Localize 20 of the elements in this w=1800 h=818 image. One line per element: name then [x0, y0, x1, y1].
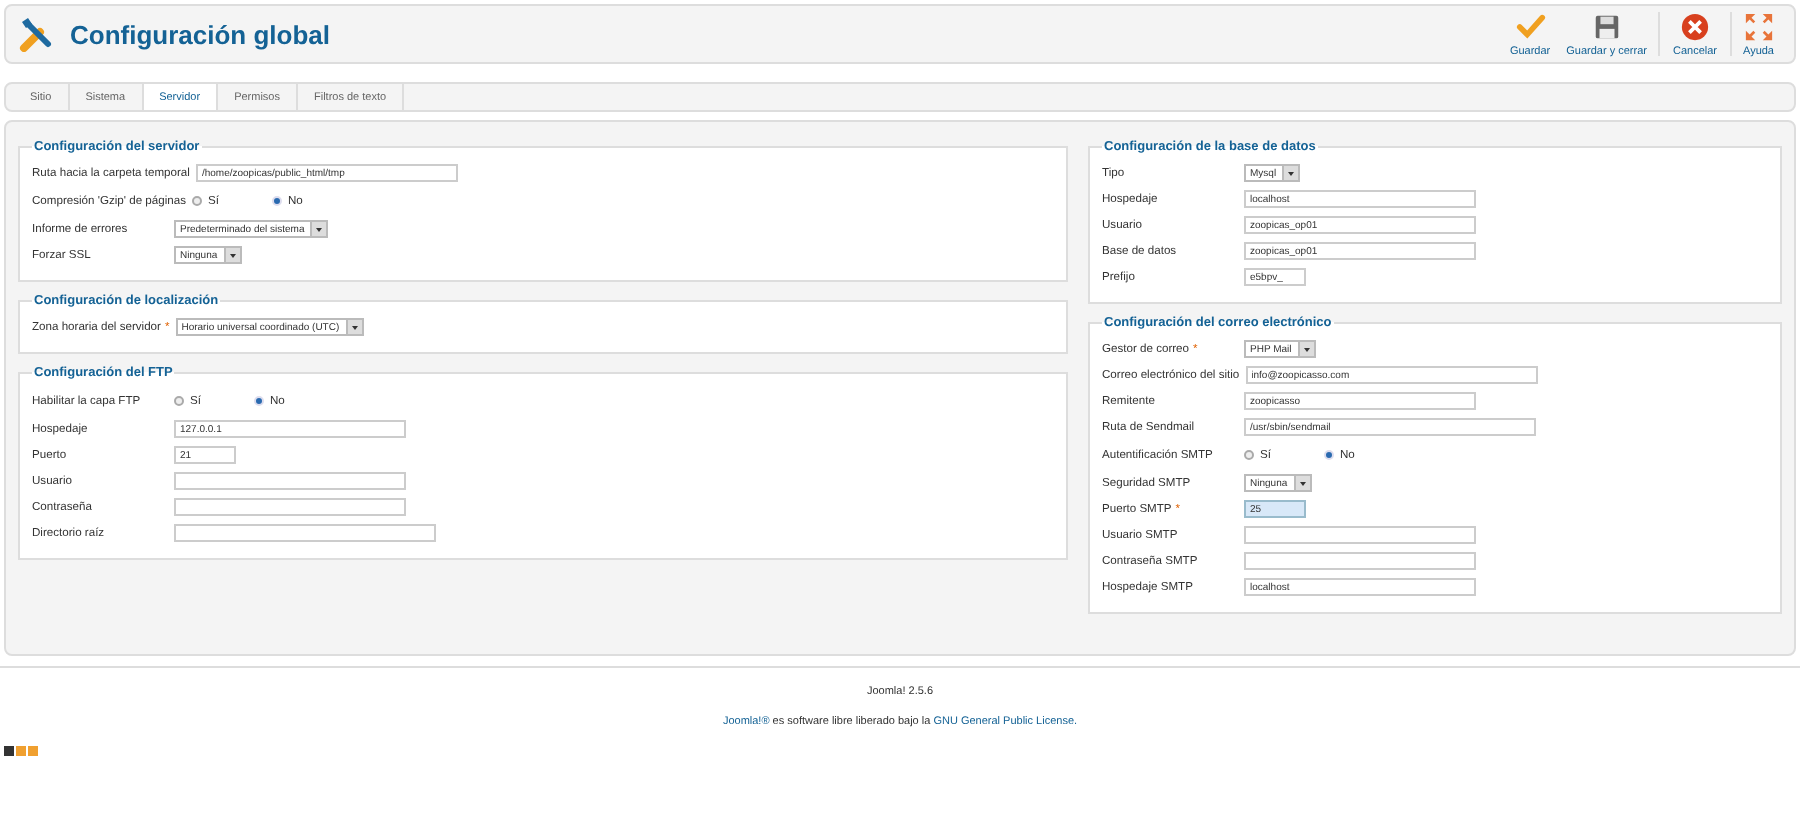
radio-button[interactable] — [1244, 450, 1254, 460]
input-field[interactable] — [1244, 552, 1476, 570]
checkmark-icon — [1515, 11, 1546, 41]
caret-icon — [1299, 342, 1314, 356]
squares-icon — [0, 746, 40, 756]
input-field[interactable] — [174, 498, 406, 516]
input-field[interactable] — [1244, 526, 1476, 544]
caret-icon — [1284, 166, 1299, 180]
caret-icon — [347, 320, 362, 334]
tools-icon — [18, 16, 54, 52]
radio-button[interactable] — [174, 396, 184, 406]
page-title: Configuración global — [70, 19, 330, 49]
close-icon — [1679, 11, 1710, 41]
caret-icon — [1295, 476, 1310, 490]
radio-button[interactable] — [191, 196, 202, 206]
caret-icon — [312, 222, 327, 236]
caret-icon — [225, 248, 240, 262]
help-icon — [1743, 11, 1774, 41]
input-field[interactable] — [174, 524, 436, 542]
input-field[interactable] — [174, 472, 406, 490]
